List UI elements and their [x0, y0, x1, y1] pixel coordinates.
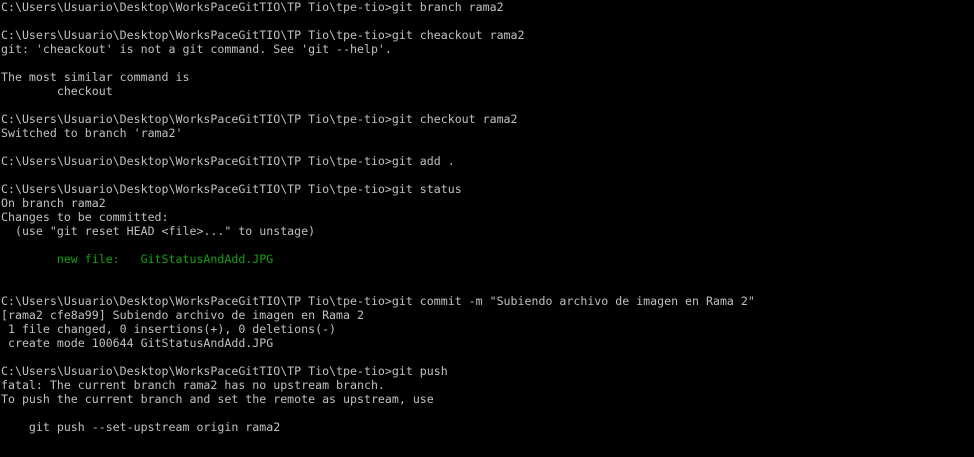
terminal-line: Switched to branch 'rama2'	[1, 126, 183, 140]
terminal-line: new file: GitStatusAndAdd.JPG	[1, 252, 274, 266]
terminal-line: On branch rama2	[1, 196, 106, 210]
terminal-line: C:\Users\Usuario\Desktop\WorksPaceGitTIO…	[1, 364, 448, 378]
terminal-line: create mode 100644 GitStatusAndAdd.JPG	[1, 336, 274, 350]
terminal-lines: C:\Users\Usuario\Desktop\WorksPaceGitTIO…	[1, 0, 974, 448]
terminal-line: git: 'cheackout' is not a git command. S…	[1, 42, 392, 56]
terminal-line: C:\Users\Usuario\Desktop\WorksPaceGitTIO…	[1, 294, 755, 308]
terminal-line: (use "git reset HEAD <file>..." to unsta…	[1, 224, 316, 238]
terminal-line: Changes to be committed:	[1, 210, 169, 224]
terminal-line: checkout	[1, 84, 113, 98]
terminal-line: The most similar command is	[1, 70, 190, 84]
terminal-line: 1 file changed, 0 insertions(+), 0 delet…	[1, 322, 337, 336]
terminal-line: git push --set-upstream origin rama2	[1, 420, 281, 434]
terminal-line: C:\Users\Usuario\Desktop\WorksPaceGitTIO…	[1, 154, 455, 168]
terminal-line: C:\Users\Usuario\Desktop\WorksPaceGitTIO…	[1, 0, 504, 14]
terminal-line: C:\Users\Usuario\Desktop\WorksPaceGitTIO…	[1, 182, 462, 196]
terminal-line: To push the current branch and set the r…	[1, 392, 434, 406]
terminal-line: [rama2 cfe8a99] Subiendo archivo de imag…	[1, 308, 364, 322]
terminal-line: C:\Users\Usuario\Desktop\WorksPaceGitTIO…	[1, 28, 525, 42]
terminal-output[interactable]: C:\Users\Usuario\Desktop\WorksPaceGitTIO…	[0, 0, 974, 457]
terminal-line: fatal: The current branch rama2 has no u…	[1, 378, 385, 392]
terminal-line: C:\Users\Usuario\Desktop\WorksPaceGitTIO…	[1, 112, 518, 126]
